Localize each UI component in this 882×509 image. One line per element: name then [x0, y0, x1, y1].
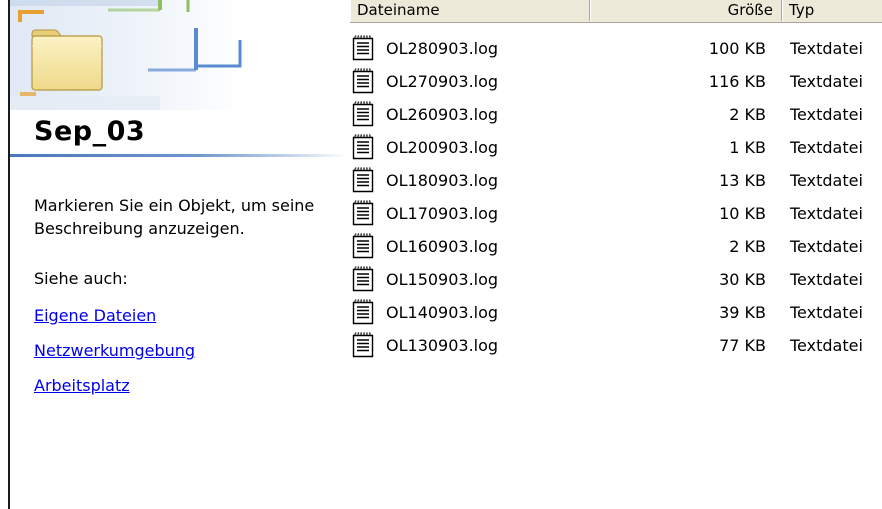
file-type: Textdatei: [790, 72, 863, 91]
file-type: Textdatei: [790, 270, 863, 289]
file-type: Textdatei: [790, 303, 863, 322]
see-also-label: Siehe auch:: [34, 269, 128, 288]
file-name: OL280903.log: [386, 39, 499, 58]
column-header-row: Dateiname Größe Typ: [350, 0, 882, 23]
explorer-window: Sep_03 Markieren Sie ein Objekt, um sein…: [0, 0, 882, 509]
file-size: 13 KB: [719, 171, 766, 190]
text-file-icon: [352, 233, 374, 259]
text-file-icon: [352, 101, 374, 127]
file-name: OL170903.log: [386, 204, 499, 223]
file-type: Textdatei: [790, 171, 863, 190]
link-network-places[interactable]: Netzwerkumgebung: [34, 341, 195, 360]
file-type: Textdatei: [790, 336, 863, 355]
file-size: 2 KB: [729, 105, 766, 124]
column-header-size[interactable]: Größe: [590, 0, 782, 21]
folder-info-panel: Sep_03 Markieren Sie ein Objekt, um sein…: [10, 0, 348, 509]
file-row[interactable]: OL270903.log 116 KB Textdatei: [350, 66, 882, 99]
file-type: Textdatei: [790, 105, 863, 124]
file-type: Textdatei: [790, 237, 863, 256]
link-my-computer[interactable]: Arbeitsplatz: [34, 376, 130, 395]
file-row[interactable]: OL180903.log 13 KB Textdatei: [350, 165, 882, 198]
file-name: OL140903.log: [386, 303, 499, 322]
file-name: OL260903.log: [386, 105, 499, 124]
file-type: Textdatei: [790, 39, 863, 58]
file-size: 2 KB: [729, 237, 766, 256]
file-name: OL200903.log: [386, 138, 499, 157]
file-size: 30 KB: [719, 270, 766, 289]
file-name: OL180903.log: [386, 171, 499, 190]
text-file-icon: [352, 35, 374, 61]
folder-banner: [10, 0, 348, 110]
link-my-documents[interactable]: Eigene Dateien: [34, 306, 156, 325]
file-row[interactable]: OL200903.log 1 KB Textdatei: [350, 132, 882, 165]
column-header-name[interactable]: Dateiname: [350, 0, 590, 21]
file-size: 10 KB: [719, 204, 766, 223]
text-file-icon: [352, 134, 374, 160]
file-size: 39 KB: [719, 303, 766, 322]
file-row[interactable]: OL130903.log 77 KB Textdatei: [350, 330, 882, 363]
file-row[interactable]: OL260903.log 2 KB Textdatei: [350, 99, 882, 132]
text-file-icon: [352, 266, 374, 292]
folder-title: Sep_03: [34, 116, 146, 147]
file-name: OL130903.log: [386, 336, 499, 355]
file-size: 1 KB: [729, 138, 766, 157]
file-type: Textdatei: [790, 204, 863, 223]
text-file-icon: [352, 200, 374, 226]
text-file-icon: [352, 299, 374, 325]
file-size: 116 KB: [708, 72, 766, 91]
file-name: OL160903.log: [386, 237, 499, 256]
file-row[interactable]: OL150903.log 30 KB Textdatei: [350, 264, 882, 297]
text-file-icon: [352, 68, 374, 94]
file-size: 77 KB: [719, 336, 766, 355]
column-header-type[interactable]: Typ: [782, 0, 882, 21]
title-divider: [10, 154, 348, 157]
selection-hint: Markieren Sie ein Objekt, um seine Besch…: [34, 196, 315, 238]
file-type: Textdatei: [790, 138, 863, 157]
text-file-icon: [352, 167, 374, 193]
file-name: OL150903.log: [386, 270, 499, 289]
file-row[interactable]: OL140903.log 39 KB Textdatei: [350, 297, 882, 330]
folder-banner-graphic: [10, 0, 348, 110]
folder-icon: [31, 29, 103, 91]
file-size: 100 KB: [708, 39, 766, 58]
file-row[interactable]: OL160903.log 2 KB Textdatei: [350, 231, 882, 264]
file-name: OL270903.log: [386, 72, 499, 91]
file-row[interactable]: OL170903.log 10 KB Textdatei: [350, 198, 882, 231]
file-row[interactable]: OL280903.log 100 KB Textdatei: [350, 33, 882, 66]
file-list: Dateiname Größe Typ OL280903.log 100 KB …: [350, 0, 882, 509]
text-file-icon: [352, 332, 374, 358]
